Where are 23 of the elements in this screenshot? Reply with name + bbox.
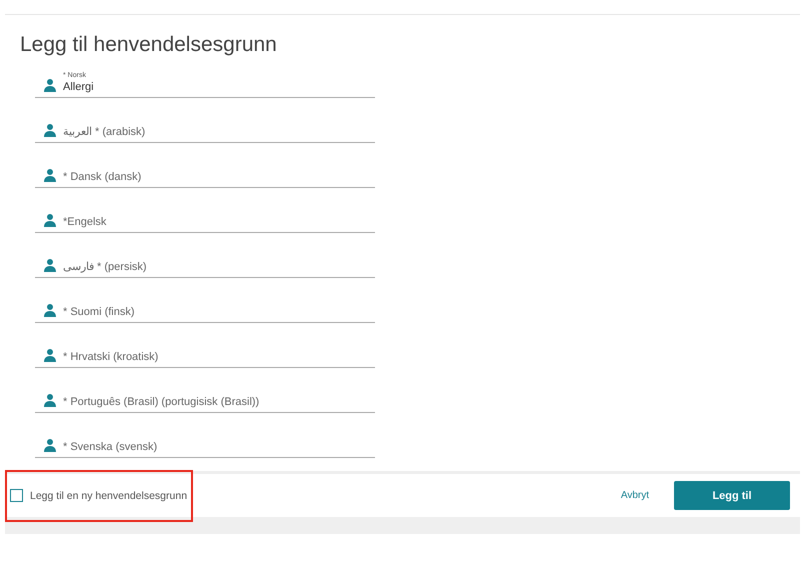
person-icon xyxy=(43,303,57,320)
text-field[interactable]: * Hrvatski (kroatisk) xyxy=(63,349,375,365)
form-title: Legg til henvendelsesgrunn xyxy=(20,33,278,57)
add-button[interactable]: Legg til xyxy=(674,481,790,510)
checkbox-label: Legg til en ny henvendelsesgrunn xyxy=(30,490,188,502)
text-field[interactable]: * Svenska (svensk) xyxy=(63,439,375,455)
person-icon xyxy=(43,78,57,95)
checkbox[interactable] xyxy=(10,489,23,502)
person-icon xyxy=(43,393,57,410)
person-icon xyxy=(43,438,57,455)
person-icon xyxy=(43,258,57,275)
cancel-link[interactable]: Avbryt xyxy=(620,490,649,501)
text-field[interactable]: Allergi xyxy=(63,79,375,95)
text-field[interactable]: *Engelsk xyxy=(63,214,375,230)
text-field[interactable]: * Suomi (finsk) xyxy=(63,304,375,320)
text-field[interactable]: العربية * (arabisk) xyxy=(63,124,375,140)
text-field[interactable]: * Português (Brasil) (portugisisk (Brasil)) xyxy=(63,394,375,410)
person-icon xyxy=(43,123,57,140)
text-field[interactable]: فارسی * (persisk) xyxy=(63,259,375,275)
person-icon xyxy=(43,213,57,230)
text-field[interactable]: * Dansk (dansk) xyxy=(63,169,375,185)
person-icon xyxy=(43,168,57,185)
person-icon xyxy=(43,348,57,365)
